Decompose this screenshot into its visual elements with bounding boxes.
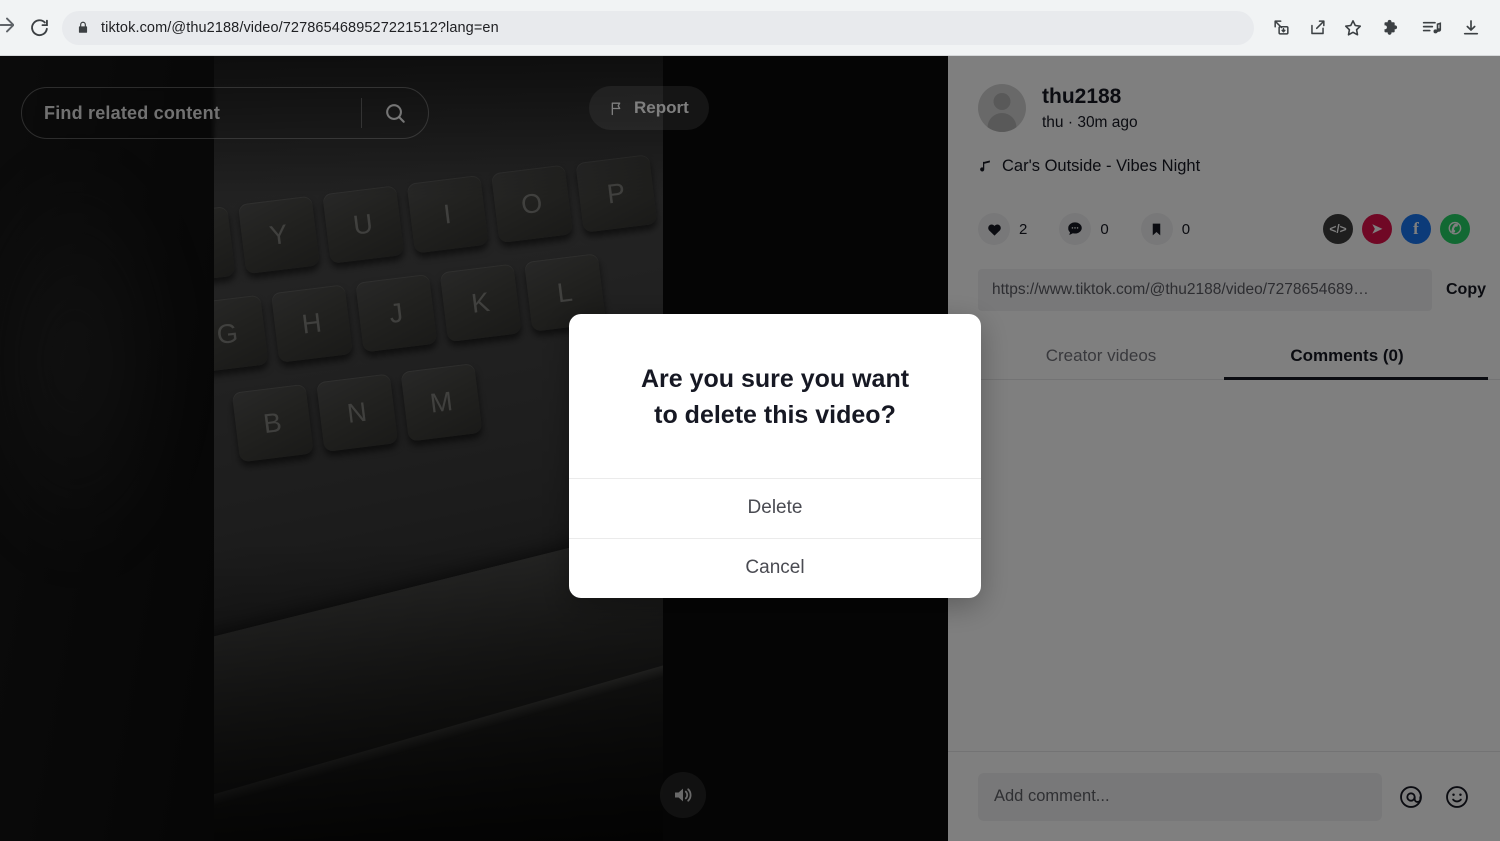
- cancel-button[interactable]: Cancel: [569, 537, 981, 598]
- dialog-title-line-2: to delete this video?: [654, 400, 896, 429]
- forward-button[interactable]: [0, 14, 14, 41]
- extensions-puzzle-icon[interactable]: [1374, 11, 1408, 45]
- reload-button[interactable]: [22, 11, 56, 45]
- address-bar[interactable]: tiktok.com/@thu2188/video/72786546895272…: [62, 10, 1254, 45]
- install-app-icon[interactable]: [1264, 11, 1298, 45]
- share-icon[interactable]: [1300, 11, 1334, 45]
- dialog-title: Are you sure you want to delete this vid…: [569, 314, 981, 478]
- delete-video-dialog: Are you sure you want to delete this vid…: [569, 314, 981, 598]
- omnibox-actions: [1264, 11, 1374, 45]
- bookmark-star-icon[interactable]: [1336, 11, 1370, 45]
- lock-icon: [76, 20, 90, 35]
- reading-list-icon[interactable]: [1414, 11, 1448, 45]
- downloads-icon[interactable]: [1454, 11, 1488, 45]
- delete-button[interactable]: Delete: [569, 477, 981, 538]
- url-text: tiktok.com/@thu2188/video/72786546895272…: [101, 19, 499, 36]
- browser-toolbar: tiktok.com/@thu2188/video/72786546895272…: [0, 0, 1500, 56]
- dialog-title-line-1: Are you sure you want: [640, 365, 910, 393]
- screen-root: tiktok.com/@thu2188/video/72786546895272…: [0, 0, 1500, 841]
- browser-toolbar-actions: [1374, 11, 1500, 45]
